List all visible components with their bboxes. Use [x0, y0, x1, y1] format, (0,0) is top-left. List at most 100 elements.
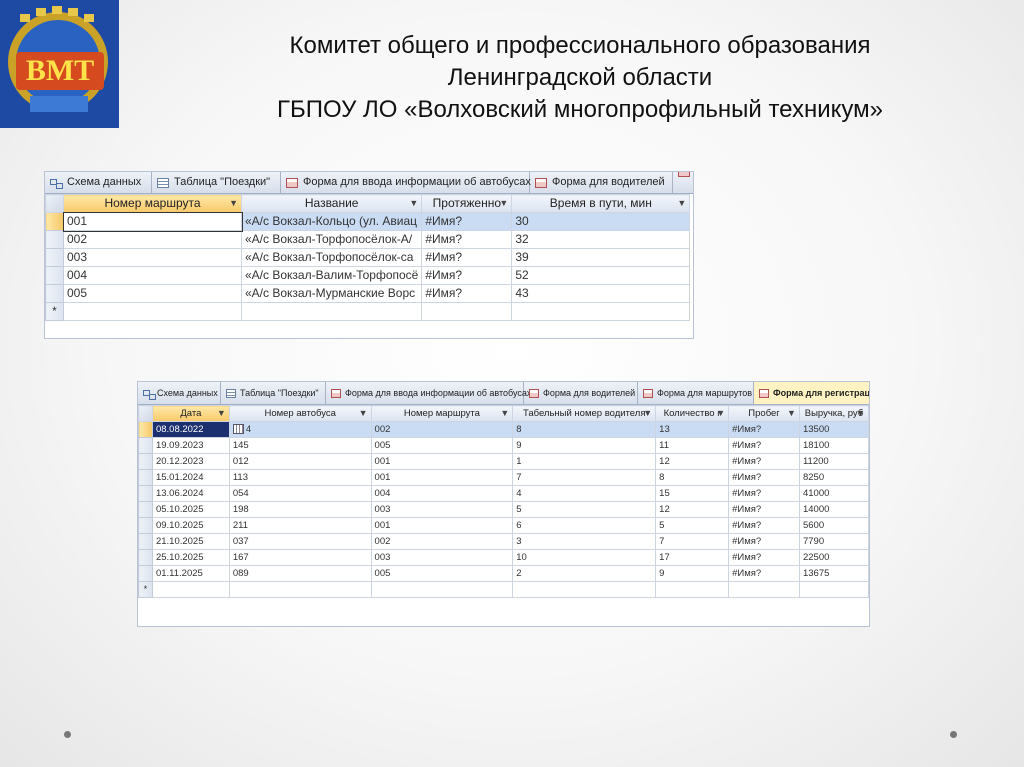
dropdown-arrow-icon[interactable]: ▼: [643, 407, 652, 421]
row-selector[interactable]: [45, 248, 64, 267]
col-bus-number[interactable]: Номер автобуса ▼: [228, 405, 372, 422]
cell[interactable]: 11: [655, 437, 730, 454]
table-row[interactable]: 19.09.2023 145 005 9 11 #Имя? 18100: [138, 437, 869, 454]
cell[interactable]: 4: [228, 421, 372, 438]
cell[interactable]: 01.11.2025: [151, 565, 230, 582]
table-row[interactable]: 003 «А/с Вокзал-Торфопосёлок-са #Имя? 39: [45, 248, 691, 267]
new-record-row[interactable]: *: [138, 581, 869, 598]
cell[interactable]: «А/с Вокзал-Торфопосёлок-А/: [240, 230, 423, 249]
cell[interactable]: 52: [511, 266, 691, 285]
row-selector[interactable]: [138, 565, 153, 582]
cell[interactable]: 002: [63, 230, 242, 249]
row-selector[interactable]: [138, 437, 153, 454]
cell[interactable]: [240, 302, 423, 321]
cell[interactable]: 7: [512, 469, 657, 486]
cell[interactable]: 10: [512, 549, 657, 566]
row-selector[interactable]: [45, 266, 64, 285]
cell[interactable]: #Имя?: [728, 453, 800, 470]
cell[interactable]: 05.10.2025: [151, 501, 230, 518]
col-travel-time[interactable]: Время в пути, мин ▼: [511, 194, 691, 213]
cell[interactable]: 037: [228, 533, 372, 550]
cell[interactable]: «А/с Вокзал-Мурманские Ворс: [240, 284, 423, 303]
cell[interactable]: 5: [655, 517, 730, 534]
cell[interactable]: 8: [512, 421, 657, 438]
tab-trips-table[interactable]: Таблица "Поездки": [152, 172, 281, 193]
cell[interactable]: [511, 302, 691, 321]
cell[interactable]: [63, 302, 242, 321]
table-row[interactable]: 002 «А/с Вокзал-Торфопосёлок-А/ #Имя? 32: [45, 230, 691, 249]
cell[interactable]: 43: [511, 284, 691, 303]
cell[interactable]: 41000: [798, 485, 869, 502]
cell[interactable]: 5: [512, 501, 657, 518]
table-row[interactable]: 20.12.2023 012 001 1 12 #Имя? 11200: [138, 453, 869, 470]
new-record-row[interactable]: *: [45, 302, 691, 321]
col-length[interactable]: Протяженно ▼: [421, 194, 513, 213]
cell[interactable]: 198: [228, 501, 372, 518]
dropdown-arrow-icon[interactable]: ▼: [716, 407, 725, 421]
tab-buses-form[interactable]: Форма для ввода информации об автобусах: [326, 382, 531, 404]
cell[interactable]: 13.06.2024: [151, 485, 230, 502]
table-row[interactable]: 21.10.2025 037 002 3 7 #Имя? 7790: [138, 533, 869, 550]
cell[interactable]: #Имя?: [728, 517, 800, 534]
cell[interactable]: #Имя?: [421, 266, 513, 285]
cell[interactable]: 22500: [798, 549, 869, 566]
tab-routes-form[interactable]: Форма для маршрутов: [638, 382, 754, 404]
col-route-number[interactable]: Номер маршрута ▼: [370, 405, 514, 422]
dropdown-arrow-icon[interactable]: ▼: [229, 196, 238, 212]
tab-schema[interactable]: Схема данных: [45, 172, 152, 193]
new-record-marker[interactable]: *: [138, 581, 153, 598]
cell[interactable]: 004: [63, 266, 242, 285]
row-selector[interactable]: [138, 549, 153, 566]
cell[interactable]: 39: [511, 248, 691, 267]
cell[interactable]: 9: [512, 437, 657, 454]
table-row[interactable]: 25.10.2025 167 003 10 17 #Имя? 22500: [138, 549, 869, 566]
table-row[interactable]: 08.08.2022 4 002 8 13 #Имя? 13500: [138, 421, 869, 438]
cell[interactable]: 001: [62, 211, 243, 232]
cell[interactable]: [728, 581, 800, 598]
cell[interactable]: 12: [655, 501, 730, 518]
cell[interactable]: #Имя?: [728, 421, 800, 438]
cell[interactable]: 211: [228, 517, 372, 534]
cell[interactable]: #Имя?: [728, 533, 800, 550]
cell[interactable]: #Имя?: [728, 437, 800, 454]
new-record-marker[interactable]: *: [45, 302, 64, 321]
cell[interactable]: 113: [228, 469, 372, 486]
calendar-icon[interactable]: [232, 424, 244, 435]
cell[interactable]: 09.10.2025: [151, 517, 230, 534]
cell[interactable]: 001: [370, 469, 514, 486]
cell[interactable]: 17: [655, 549, 730, 566]
row-selector[interactable]: [138, 453, 153, 470]
cell[interactable]: 4: [512, 485, 657, 502]
cell[interactable]: 8: [655, 469, 730, 486]
cell[interactable]: 005: [370, 437, 514, 454]
cell[interactable]: 14000: [798, 501, 869, 518]
dropdown-arrow-icon[interactable]: ▼: [359, 407, 368, 421]
cell[interactable]: #Имя?: [421, 284, 513, 303]
cell[interactable]: 11200: [798, 453, 869, 470]
cell[interactable]: #Имя?: [728, 501, 800, 518]
cell[interactable]: #Имя?: [421, 248, 513, 267]
cell[interactable]: «А/с Вокзал-Кольцо (ул. Авиац: [240, 212, 423, 231]
cell[interactable]: 005: [63, 284, 242, 303]
cell[interactable]: [151, 581, 230, 598]
cell[interactable]: 054: [228, 485, 372, 502]
cell[interactable]: 32: [511, 230, 691, 249]
cell[interactable]: 003: [370, 501, 514, 518]
cell[interactable]: 7790: [798, 533, 869, 550]
cell[interactable]: 3: [512, 533, 657, 550]
cell[interactable]: #Имя?: [421, 212, 513, 231]
cell[interactable]: 18100: [798, 437, 869, 454]
select-all-corner[interactable]: [45, 194, 64, 213]
row-selector[interactable]: [138, 469, 153, 486]
cell[interactable]: 1: [512, 453, 657, 470]
cell[interactable]: [655, 581, 730, 598]
dropdown-arrow-icon[interactable]: ▼: [500, 407, 509, 421]
cell[interactable]: 003: [370, 549, 514, 566]
table-row[interactable]: 005 «А/с Вокзал-Мурманские Ворс #Имя? 43: [45, 284, 691, 303]
cell[interactable]: 5600: [798, 517, 869, 534]
row-selector[interactable]: [138, 501, 153, 518]
cell[interactable]: #Имя?: [728, 485, 800, 502]
cell[interactable]: 002: [370, 533, 514, 550]
dropdown-arrow-icon[interactable]: ▼: [499, 196, 508, 212]
col-date[interactable]: Дата ▼: [151, 405, 230, 422]
